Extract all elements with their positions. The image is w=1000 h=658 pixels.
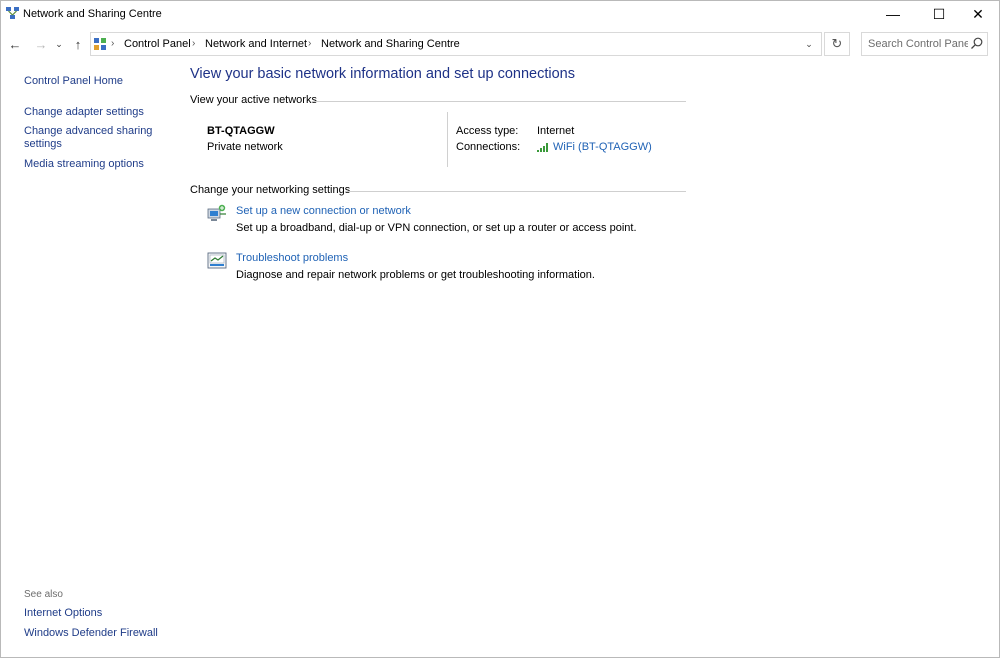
section-divider <box>345 191 686 192</box>
wifi-signal-icon <box>537 143 548 152</box>
media-streaming-options-link[interactable]: Media streaming options <box>24 158 144 171</box>
breadcrumb-control-panel[interactable]: Control Panel <box>124 38 191 50</box>
breadcrumb-network-sharing-centre[interactable]: Network and Sharing Centre <box>321 38 460 50</box>
breadcrumb-separator[interactable]: › <box>192 38 195 49</box>
navigation-bar: ← → ⌄ ↑ › Control Panel › Network and In… <box>1 30 999 58</box>
back-button[interactable]: ← <box>6 35 24 53</box>
up-button[interactable]: ↑ <box>69 35 87 53</box>
section-divider <box>312 101 686 102</box>
network-divider <box>447 112 448 167</box>
network-type-link[interactable]: Private network <box>207 141 283 153</box>
minimize-button[interactable]: — <box>871 1 915 27</box>
refresh-button[interactable]: ↻ <box>824 32 850 56</box>
setup-new-connection-link[interactable]: Set up a new connection or network <box>236 205 411 217</box>
address-bar[interactable]: › Control Panel › Network and Internet ›… <box>90 32 822 56</box>
breadcrumb-separator: › <box>111 38 115 49</box>
network-sharing-icon <box>6 7 19 19</box>
new-connection-icon <box>207 204 226 221</box>
tasks-pane: Control Panel Home Change adapter settin… <box>1 61 181 657</box>
wifi-connection-label[interactable]: WiFi (BT-QTAGGW) <box>553 141 652 153</box>
active-networks-title: View your active networks <box>190 94 317 106</box>
close-button[interactable]: ✕ <box>956 1 1000 27</box>
wifi-connection-link[interactable]: WiFi (BT-QTAGGW) <box>537 141 652 153</box>
window-title: Network and Sharing Centre <box>23 8 162 20</box>
control-panel-icon <box>94 38 106 50</box>
forward-button[interactable]: → <box>32 35 50 53</box>
address-dropdown-button[interactable]: ⌄ <box>801 37 817 51</box>
search-input[interactable] <box>868 37 968 51</box>
network-name: BT-QTAGGW <box>207 125 275 137</box>
change-advanced-sharing-link[interactable]: Change advanced sharing settings <box>24 125 154 151</box>
access-type-label: Access type: <box>456 125 519 137</box>
breadcrumb-network-and-internet[interactable]: Network and Internet <box>205 38 307 50</box>
title-bar: Network and Sharing Centre — ☐ ✕ <box>1 1 999 27</box>
page-title: View your basic network information and … <box>190 66 576 82</box>
troubleshoot-problems-description: Diagnose and repair network problems or … <box>236 269 595 281</box>
search-icon[interactable] <box>970 36 984 52</box>
setup-new-connection-description: Set up a broadband, dial-up or VPN conne… <box>236 222 637 234</box>
maximize-button[interactable]: ☐ <box>917 1 961 27</box>
windows-defender-firewall-link[interactable]: Windows Defender Firewall <box>24 627 158 640</box>
troubleshoot-problems-link[interactable]: Troubleshoot problems <box>236 252 348 264</box>
recent-locations-button[interactable]: ⌄ <box>53 35 65 53</box>
network-sharing-window: Network and Sharing Centre — ☐ ✕ ← → ⌄ ↑… <box>0 0 1000 658</box>
access-type-value: Internet <box>537 125 575 137</box>
connections-label: Connections: <box>456 141 521 153</box>
control-panel-home-link[interactable]: Control Panel Home <box>24 75 123 88</box>
search-box[interactable] <box>861 32 988 56</box>
breadcrumb-separator[interactable]: › <box>308 38 311 49</box>
see-also-label: See also <box>24 589 63 600</box>
networking-settings-title: Change your networking settings <box>190 184 351 196</box>
internet-options-link[interactable]: Internet Options <box>24 607 102 620</box>
change-adapter-settings-link[interactable]: Change adapter settings <box>24 106 144 119</box>
troubleshoot-icon <box>207 252 227 269</box>
